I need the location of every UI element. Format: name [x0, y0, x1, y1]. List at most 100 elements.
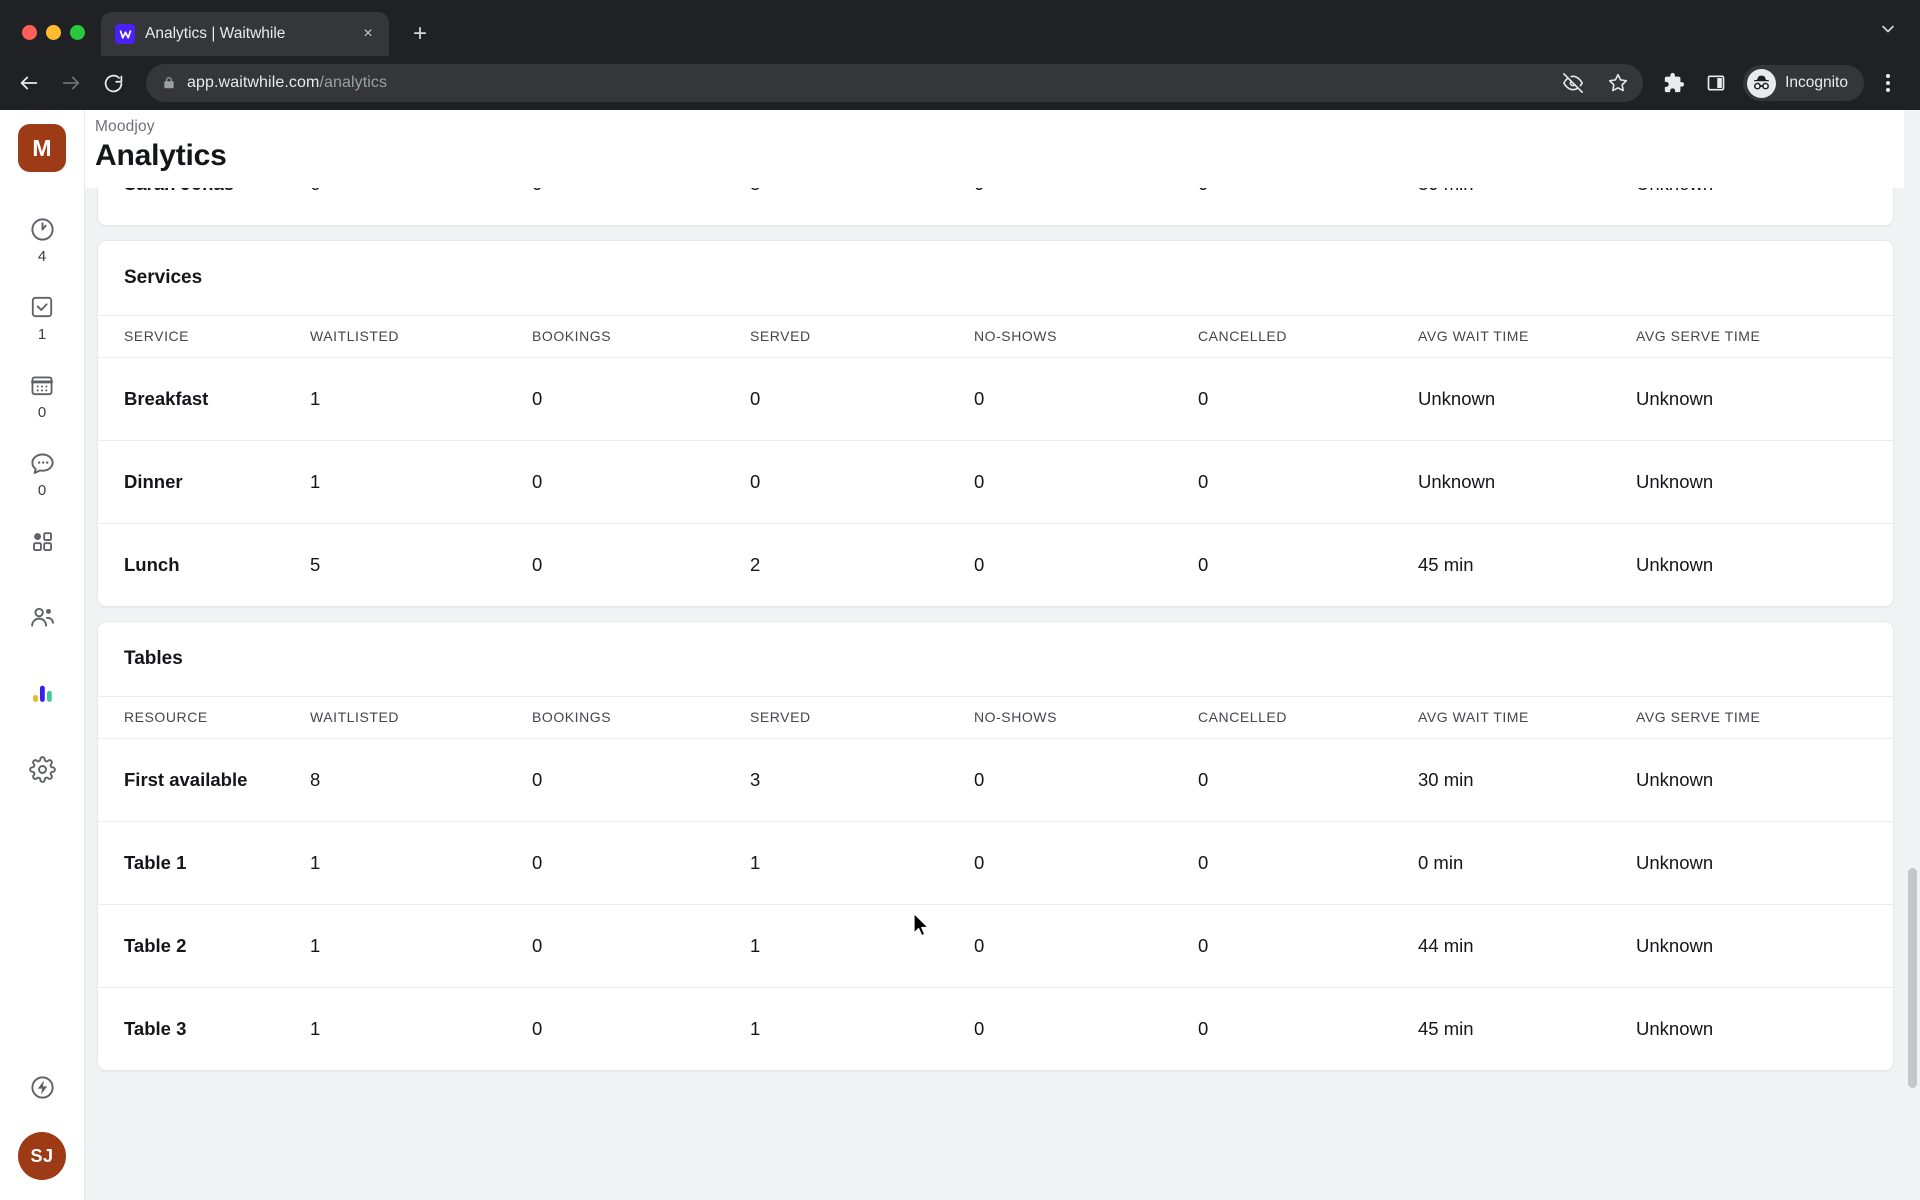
page-scrollbar[interactable] [1904, 110, 1920, 1200]
col-service[interactable]: SERVICE [98, 315, 310, 358]
window-close-button[interactable] [22, 25, 37, 40]
sidebar-item-settings[interactable] [12, 752, 72, 786]
avatar[interactable]: SJ [18, 1132, 66, 1180]
sidebar-item-checkin[interactable]: 1 [12, 290, 72, 342]
col-cancelled[interactable]: CANCELLED [1198, 315, 1418, 358]
cell-name: Lunch [124, 554, 180, 575]
cell-served: 2 [750, 554, 761, 575]
back-arrow-icon[interactable] [10, 64, 48, 102]
table-row[interactable]: Breakfast 1 0 0 0 0 Unknown Unknown [98, 357, 1893, 441]
col-avg-wait-time[interactable]: AVG WAIT TIME [1418, 696, 1636, 739]
cell-served: 3 [750, 188, 974, 225]
cell-no-shows: 0 [974, 821, 1198, 905]
cell-bookings: 0 [532, 904, 750, 988]
table-row[interactable]: Table 1 1 0 1 0 0 0 min Unknown [98, 821, 1893, 905]
col-avg-wait-time[interactable]: AVG WAIT TIME [1418, 315, 1636, 358]
cell-waitlisted: 1 [310, 904, 532, 988]
cell-bookings: 0 [532, 738, 750, 822]
cell-waitlisted: 8 [310, 738, 532, 822]
services-table-head: SERVICE WAITLISTED BOOKINGS SERVED NO-SH… [98, 315, 1893, 358]
sidebar-item-customers[interactable] [12, 600, 72, 634]
new-tab-button[interactable]: + [403, 17, 437, 51]
browser-tab-title: Analytics | Waitwhile [145, 25, 286, 42]
table-row[interactable]: First available 8 0 3 0 0 30 min Unknown [98, 738, 1893, 822]
page-title: Analytics [95, 139, 227, 172]
window-maximize-button[interactable] [70, 25, 85, 40]
cell-cancelled: 0 [1198, 821, 1418, 905]
address-bar[interactable]: app.waitwhile.com/analytics [146, 64, 1644, 102]
org-logo[interactable]: M [18, 124, 66, 172]
col-waitlisted[interactable]: WAITLISTED [310, 315, 532, 358]
cell-served: 0 [750, 357, 974, 441]
col-cancelled[interactable]: CANCELLED [1198, 696, 1418, 739]
cell-avg-serve-time: Unknown [1636, 357, 1893, 441]
cell-cancelled: 0 [1198, 738, 1418, 822]
table-row[interactable]: Table 3 1 0 1 0 0 45 min Unknown [98, 988, 1893, 1071]
reload-icon[interactable] [94, 64, 132, 102]
sidebar-item-analytics[interactable] [12, 676, 72, 710]
services-card: Services SERVICE WAITLISTED BOOKINGS SER… [97, 240, 1894, 607]
cell-name: Table 2 [98, 904, 310, 988]
cell-waitlisted: 1 [310, 440, 532, 524]
eye-off-icon[interactable] [1556, 66, 1590, 100]
sidebar-item-bookings[interactable]: 0 [12, 368, 72, 420]
puzzle-icon[interactable] [1655, 64, 1693, 102]
cell-served: 0 [750, 440, 974, 524]
col-bookings[interactable]: BOOKINGS [532, 315, 750, 358]
sidebar-item-waitlist[interactable]: 4 [12, 212, 72, 264]
table-row[interactable]: Lunch 5 0 2 0 0 45 min Unknown [98, 524, 1893, 607]
col-avg-serve-time[interactable]: AVG SERVE TIME [1636, 696, 1893, 739]
profile-label: Incognito [1785, 74, 1848, 91]
side-panel-icon[interactable] [1697, 64, 1735, 102]
cell-avg-serve-time: Unknown [1636, 554, 1714, 575]
col-no-shows[interactable]: NO-SHOWS [974, 696, 1198, 739]
cell-avg-serve-time: Unknown [1636, 1018, 1714, 1039]
profile-incognito-button[interactable]: Incognito [1743, 65, 1864, 101]
cell-avg-serve-time: Unknown [1636, 904, 1893, 988]
col-waitlisted[interactable]: WAITLISTED [310, 696, 532, 739]
cell-avg-wait-time: Unknown [1418, 357, 1636, 441]
cell-no-shows: 0 [974, 904, 1198, 988]
sidebar-item-messages[interactable]: 0 [12, 446, 72, 498]
cell-waitlisted: 1 [310, 357, 532, 441]
col-resource[interactable]: RESOURCE [98, 696, 310, 739]
col-served[interactable]: SERVED [750, 315, 974, 358]
lightning-circle-icon [29, 1070, 56, 1104]
page-scrollbar-thumb[interactable] [1908, 868, 1917, 1088]
analytics-scroll-area[interactable]: Sarah Jonas 6 0 3 0 0 30 min Unknown Se [85, 188, 1920, 1200]
check-square-icon [29, 290, 55, 324]
cell-bookings: 0 [532, 1018, 543, 1039]
lock-icon [162, 76, 176, 90]
cell-avg-serve-time: Unknown [1636, 188, 1893, 225]
close-icon[interactable]: × [357, 23, 379, 45]
three-dot-menu-icon[interactable] [1870, 65, 1906, 101]
cell-avg-serve-time: Unknown [1636, 821, 1893, 905]
forward-arrow-icon[interactable] [52, 64, 90, 102]
cell-bookings: 0 [532, 440, 750, 524]
table-row[interactable]: Sarah Jonas 6 0 3 0 0 30 min Unknown [98, 188, 1893, 225]
chevron-down-icon[interactable] [1878, 19, 1898, 44]
cell-name: Sarah Jonas [98, 188, 310, 225]
cell-no-shows: 0 [974, 440, 1198, 524]
table-row[interactable]: Dinner 1 0 0 0 0 Unknown Unknown [98, 440, 1893, 524]
cell-bookings: 0 [532, 554, 543, 575]
col-no-shows[interactable]: NO-SHOWS [974, 315, 1198, 358]
services-card-title: Services [124, 267, 203, 288]
col-served[interactable]: SERVED [750, 696, 974, 739]
col-bookings[interactable]: BOOKINGS [532, 696, 750, 739]
star-icon[interactable] [1601, 66, 1635, 100]
browser-tab-analytics[interactable]: Analytics | Waitwhile × [101, 12, 389, 56]
window-minimize-button[interactable] [46, 25, 61, 40]
cell-bookings: 0 [532, 188, 750, 225]
cell-avg-wait-time: 45 min [1418, 554, 1474, 575]
breadcrumb[interactable]: Moodjoy [95, 118, 1920, 136]
col-avg-serve-time[interactable]: AVG SERVE TIME [1636, 315, 1893, 358]
gear-icon [28, 752, 56, 786]
page-header: Moodjoy Analytics [85, 110, 1920, 188]
address-bar-url: app.waitwhile.com/analytics [187, 74, 1545, 92]
main-content: Moodjoy Analytics Sarah Jonas 6 0 3 0 0 [85, 110, 1920, 1200]
sidebar-item-quick-actions[interactable] [12, 1070, 72, 1104]
tables-card-title: Tables [124, 648, 183, 669]
table-row[interactable]: Table 2 1 0 1 0 0 44 min Unknown [98, 904, 1893, 988]
sidebar-item-apps[interactable] [12, 524, 72, 558]
